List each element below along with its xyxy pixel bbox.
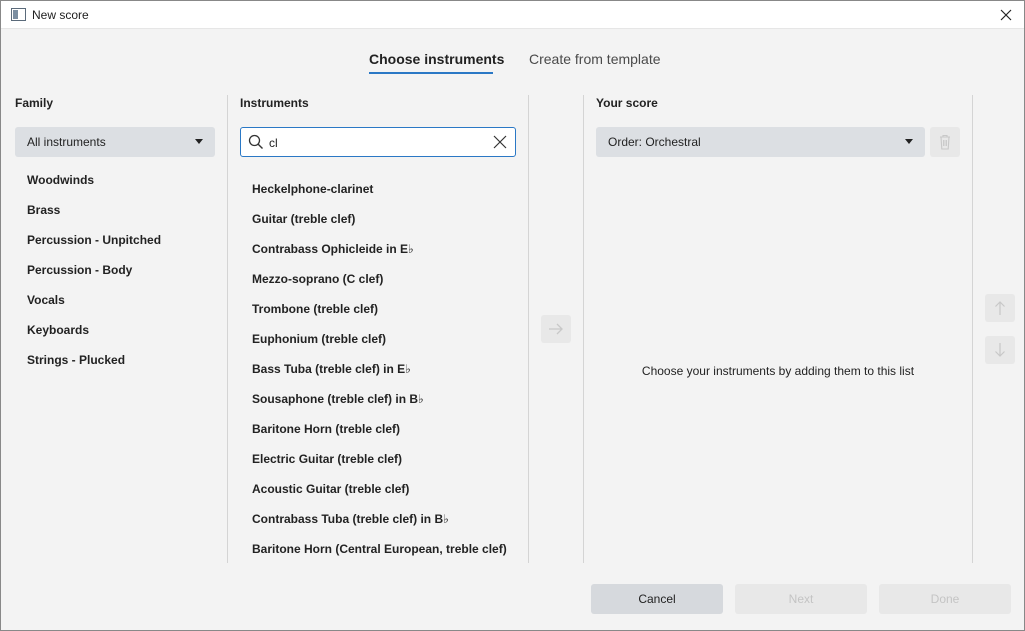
family-item[interactable]: Strings - Plucked [27,353,161,383]
delete-instrument-button[interactable] [930,127,960,157]
instrument-item[interactable]: Heckelphone-clarinet [252,182,507,212]
family-item[interactable]: Keyboards [27,323,161,353]
close-icon[interactable] [996,5,1016,25]
instruments-heading: Instruments [240,96,309,110]
next-button[interactable]: Next [735,584,867,614]
chevron-down-icon [905,139,913,144]
family-heading: Family [15,96,54,110]
instrument-item[interactable]: Mezzo-soprano (C clef) [252,272,507,302]
family-item[interactable]: Woodwinds [27,173,161,203]
window-title: New score [32,8,89,22]
family-item[interactable]: Percussion - Body [27,263,161,293]
column-divider [583,95,584,563]
tab-choose-instruments[interactable]: Choose instruments [369,51,504,67]
done-button[interactable]: Done [879,584,1011,614]
title-bar: New score [1,1,1024,29]
tab-create-from-template[interactable]: Create from template [529,51,661,67]
instrument-item[interactable]: Bass Tuba (treble clef) in E♭ [252,362,507,392]
order-dropdown-value: Order: Orchestral [608,135,701,149]
empty-score-message: Choose your instruments by adding them t… [641,364,915,378]
instrument-item[interactable]: Contrabass Tuba (treble clef) in B♭ [252,512,507,542]
add-to-score-button[interactable] [541,315,571,343]
clear-search-icon[interactable] [492,134,508,150]
family-item[interactable]: Vocals [27,293,161,323]
move-down-button[interactable] [985,336,1015,364]
search-icon [248,134,264,150]
family-list: Woodwinds Brass Percussion - Unpitched P… [27,173,161,383]
instrument-search-box [240,127,516,157]
instrument-item[interactable]: Baritone Horn (treble clef) [252,422,507,452]
instrument-item[interactable]: Acoustic Guitar (treble clef) [252,482,507,512]
app-icon [11,8,26,21]
your-score-heading: Your score [596,96,658,110]
instrument-item[interactable]: Baritone Horn (Central European, treble … [252,542,507,572]
instrument-list: Heckelphone-clarinet Guitar (treble clef… [252,182,507,572]
instrument-item[interactable]: Guitar (treble clef) [252,212,507,242]
order-dropdown[interactable]: Order: Orchestral [596,127,925,157]
instrument-item[interactable]: Euphonium (treble clef) [252,332,507,362]
tab-bar: Choose instruments Create from template [1,51,1024,77]
instrument-item[interactable]: Contrabass Ophicleide in E♭ [252,242,507,272]
move-up-button[interactable] [985,294,1015,322]
instrument-item[interactable]: Sousaphone (treble clef) in B♭ [252,392,507,422]
instrument-item[interactable]: Trombone (treble clef) [252,302,507,332]
chevron-down-icon [195,139,203,144]
cancel-button[interactable]: Cancel [591,584,723,614]
active-tab-indicator [369,72,493,74]
instrument-item[interactable]: Electric Guitar (treble clef) [252,452,507,482]
family-dropdown[interactable]: All instruments [15,127,215,157]
family-item[interactable]: Brass [27,203,161,233]
new-score-dialog: New score Choose instruments Create from… [0,0,1025,631]
instrument-search-input[interactable] [269,134,489,152]
column-divider [972,95,973,563]
column-divider [528,95,529,563]
family-dropdown-value: All instruments [27,135,106,149]
family-item[interactable]: Percussion - Unpitched [27,233,161,263]
column-divider [227,95,228,563]
